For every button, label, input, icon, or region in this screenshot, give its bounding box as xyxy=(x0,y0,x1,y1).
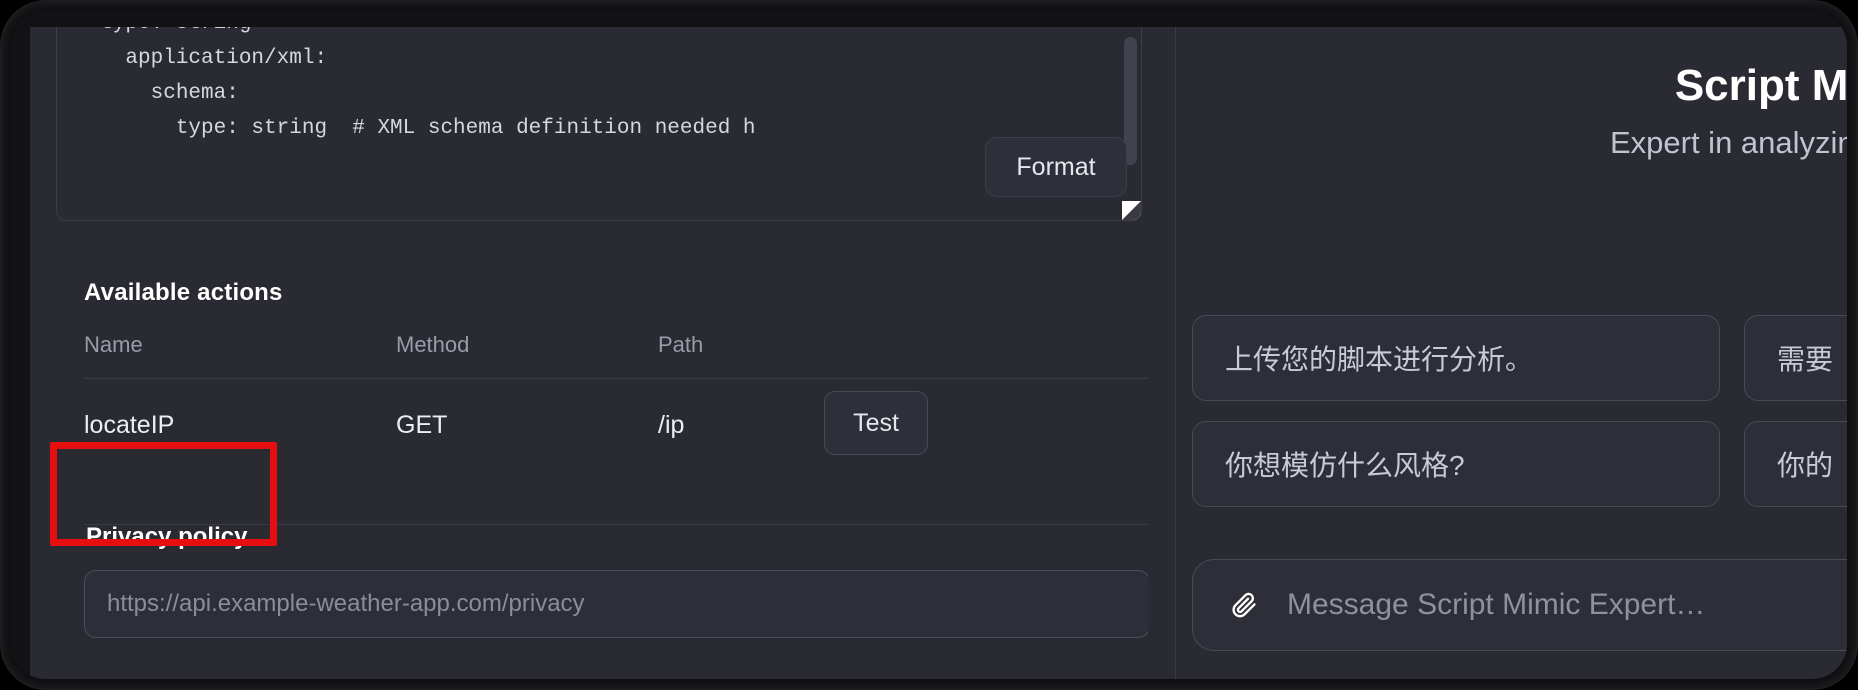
device-frame: type: string application/xml: schema: ty… xyxy=(0,0,1858,690)
suggestion-chip[interactable]: 需要 xyxy=(1744,315,1858,401)
privacy-policy-input[interactable]: https://api.example-weather-app.com/priv… xyxy=(84,570,1150,638)
action-method-cell: GET xyxy=(396,411,448,439)
privacy-policy-label: Privacy policy xyxy=(86,523,248,550)
configuration-panel: type: string application/xml: schema: ty… xyxy=(30,27,1167,690)
privacy-policy-placeholder: https://api.example-weather-app.com/priv… xyxy=(107,590,585,617)
gpt-subtitle: Expert in analyzing & imitatin xyxy=(1609,125,1858,160)
message-composer[interactable]: Message Script Mimic Expert… xyxy=(1192,559,1858,651)
column-header-name: Name xyxy=(84,332,143,357)
available-actions-heading: Available actions xyxy=(84,279,283,306)
message-composer-placeholder: Message Script Mimic Expert… xyxy=(1287,588,1706,621)
suggestion-chip[interactable]: 上传您的脚本进行分析。 xyxy=(1192,315,1720,401)
gpt-title: Script Mimic E xyxy=(1674,61,1858,110)
suggestion-chip[interactable]: 你的 xyxy=(1744,421,1858,507)
suggestion-chip-label: 需要 xyxy=(1777,344,1834,375)
format-button-label: Format xyxy=(1016,152,1096,181)
suggestion-chip-label: 你想模仿什么风格? xyxy=(1225,450,1465,481)
suggestion-chip-label: 上传您的脚本进行分析。 xyxy=(1225,344,1534,375)
preview-chat-panel: Script Mimic E Expert in analyzing & imi… xyxy=(1176,27,1858,690)
paperclip-icon[interactable] xyxy=(1229,588,1259,622)
test-button-label: Test xyxy=(853,408,899,437)
resize-handle-icon[interactable] xyxy=(1122,201,1141,220)
code-editor-content: type: string application/xml: schema: ty… xyxy=(100,27,756,140)
app-window: type: string application/xml: schema: ty… xyxy=(30,27,1858,690)
column-header-path: Path xyxy=(658,332,704,357)
table-row: locateIP GET /ip Test xyxy=(84,380,1150,525)
available-actions-table: Name Method Path locateIP GET /ip Test xyxy=(84,332,1150,525)
suggestion-chip-label: 你的 xyxy=(1777,450,1834,481)
suggestion-chip[interactable]: 你想模仿什么风格? xyxy=(1192,421,1720,507)
column-header-method: Method xyxy=(396,332,470,357)
action-name-cell: locateIP xyxy=(84,411,175,439)
schema-code-editor[interactable]: type: string application/xml: schema: ty… xyxy=(56,27,1142,221)
table-header-divider xyxy=(84,378,1150,379)
format-button[interactable]: Format xyxy=(985,137,1127,197)
test-action-button[interactable]: Test xyxy=(824,391,928,455)
action-path-cell: /ip xyxy=(658,411,685,439)
panel-scrollbar-track[interactable] xyxy=(1148,27,1170,690)
table-header-row: Name Method Path xyxy=(84,332,1150,380)
